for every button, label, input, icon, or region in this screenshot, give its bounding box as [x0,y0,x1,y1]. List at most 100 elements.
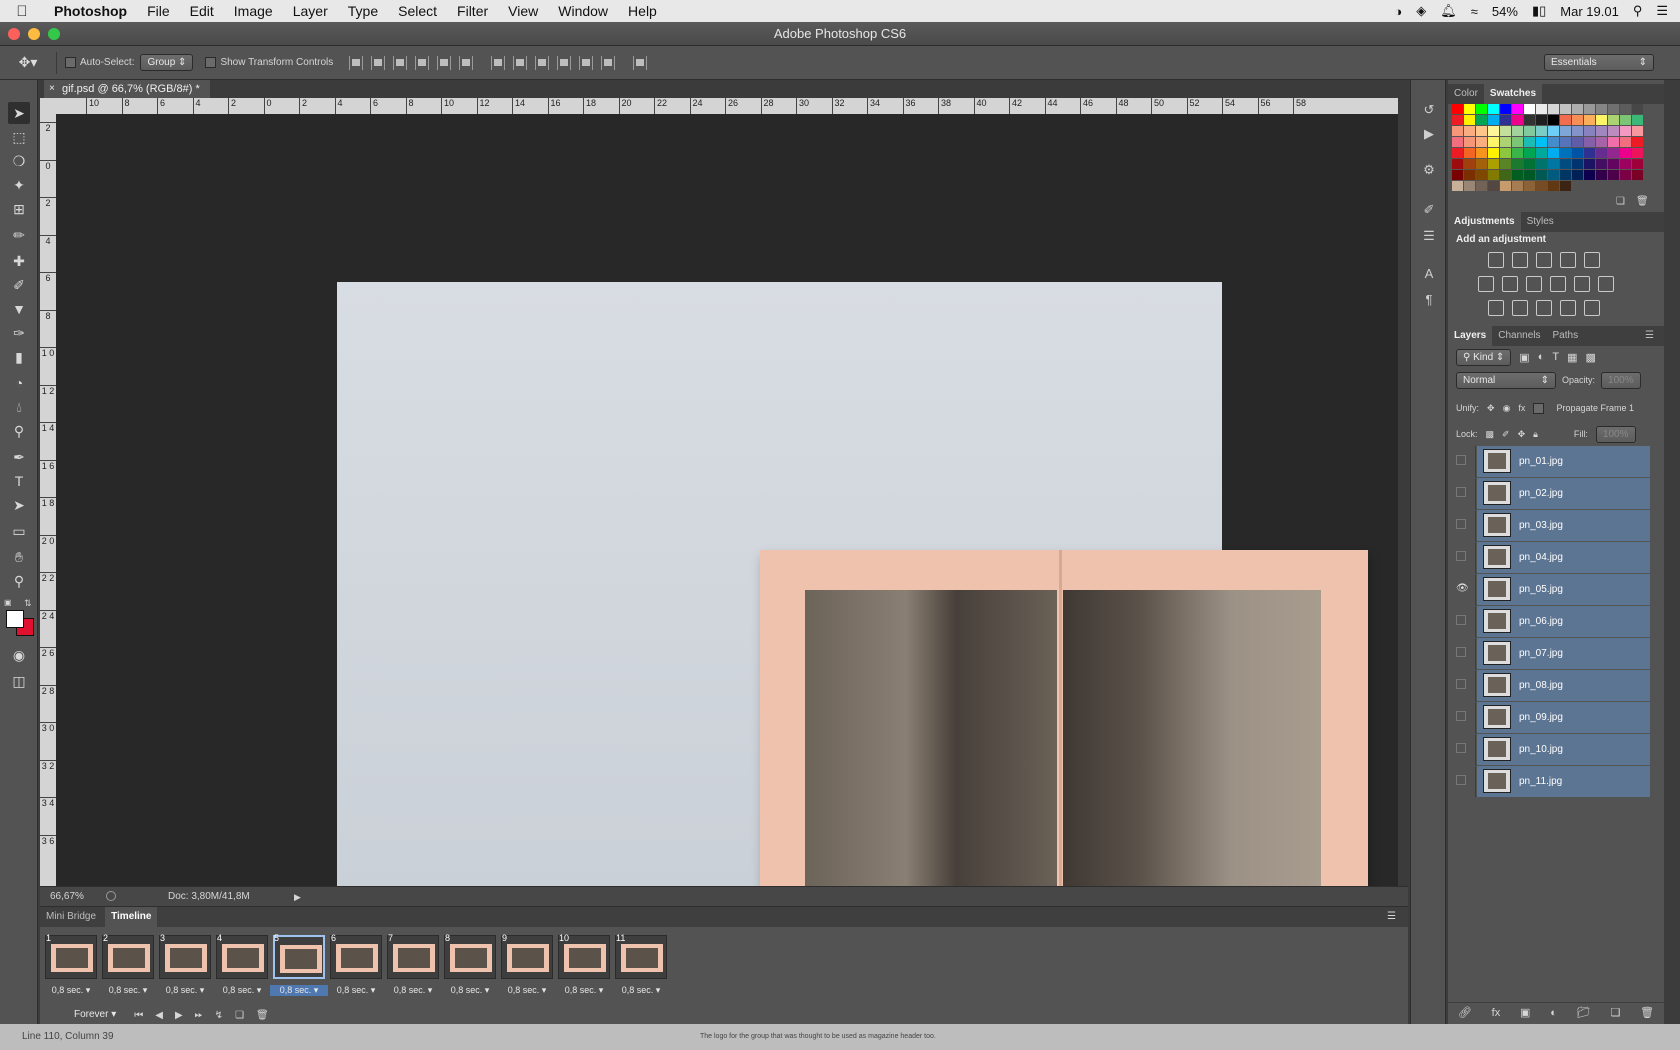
menu-edit[interactable]: Edit [180,3,224,19]
swatch[interactable] [1452,115,1463,125]
swatch[interactable] [1560,137,1571,147]
spotlight-search-icon[interactable]: ⚲ [1633,3,1643,19]
swatch[interactable] [1488,104,1499,114]
swatch[interactable] [1476,159,1487,169]
frame-delay-dropdown[interactable]: 0,8 sec. ▾ [213,985,271,996]
frame-thumbnail[interactable] [216,935,268,979]
swatch[interactable] [1584,137,1595,147]
swatch[interactable] [1524,159,1535,169]
align-vcenter-icon[interactable] [371,55,386,70]
swatch[interactable] [1452,181,1463,191]
swatch[interactable] [1596,104,1607,114]
swatch[interactable] [1512,170,1523,180]
swatch[interactable] [1500,126,1511,136]
swatch[interactable] [1500,115,1511,125]
swatch[interactable] [1452,104,1463,114]
unify-style-icon[interactable]: fx [1518,403,1525,413]
pixel-filter-icon[interactable]: ▣ [1519,351,1529,364]
menu-select[interactable]: Select [388,3,447,19]
swatch[interactable] [1488,170,1499,180]
menu-layer[interactable]: Layer [283,3,338,19]
frame-thumbnail[interactable] [444,935,496,979]
eraser-tool-icon[interactable]: ▮ [8,346,30,368]
auto-select-checkbox[interactable] [65,57,76,68]
layer-visibility-toggle[interactable] [1448,734,1476,765]
frame-delay-dropdown[interactable]: 0,8 sec. ▾ [270,985,328,996]
layer-row[interactable]: pn_01.jpg [1448,446,1650,477]
swatch[interactable] [1500,148,1511,158]
swatch[interactable] [1608,104,1619,114]
swatch[interactable] [1608,148,1619,158]
swatch[interactable] [1596,115,1607,125]
animation-frame[interactable]: 3 0,8 sec. ▾ [156,931,214,1001]
animation-frame[interactable]: 1 0,8 sec. ▾ [42,931,100,1001]
delete-swatch-icon[interactable]: 🗑︎ [1636,196,1649,207]
new-layer-icon[interactable]: ❏ [1610,1006,1620,1019]
swatch[interactable] [1560,170,1571,180]
swatch[interactable] [1536,104,1547,114]
distribute-left-icon[interactable] [557,55,572,70]
actions-panel-icon[interactable]: ▶ [1419,124,1439,144]
swatch[interactable] [1464,137,1475,147]
swatch[interactable] [1500,137,1511,147]
new-swatch-icon[interactable]: ❏ [1616,196,1625,207]
swatch[interactable] [1476,137,1487,147]
hand-tool-icon[interactable]: ✋︎ [8,546,30,568]
swatch[interactable] [1500,170,1511,180]
swatch[interactable] [1596,170,1607,180]
layer-body[interactable]: pn_02.jpg [1477,478,1650,509]
swatch[interactable] [1464,170,1475,180]
layer-visibility-toggle[interactable] [1448,478,1476,509]
animation-frame[interactable]: 8 0,8 sec. ▾ [441,931,499,1001]
frame-thumbnail[interactable] [45,935,97,979]
swatch[interactable] [1452,137,1463,147]
zoom-level[interactable]: 66,67% [50,887,84,907]
quick-mask-icon[interactable]: ◉ [8,644,30,666]
layer-visibility-toggle[interactable] [1448,446,1476,477]
animation-frame[interactable]: 10 0,8 sec. ▾ [555,931,613,1001]
swatch[interactable] [1512,104,1523,114]
layer-kind-dropdown[interactable]: ⚲ Kind ⇕ [1456,348,1512,366]
swatch[interactable] [1488,137,1499,147]
swatch[interactable] [1608,170,1619,180]
layer-body[interactable]: pn_03.jpg [1477,510,1650,541]
layer-visibility-toggle[interactable] [1448,670,1476,701]
color-lookup-adjustment-icon[interactable] [1598,276,1614,292]
tween-icon[interactable]: ↯ [215,1010,223,1021]
lock-transparent-icon[interactable]: ▩ [1486,429,1495,440]
eyedropper-tool-icon[interactable]: ✏ [8,224,30,246]
swatch[interactable] [1620,126,1631,136]
swatch[interactable] [1608,126,1619,136]
swatch[interactable] [1512,137,1523,147]
layer-body[interactable]: pn_09.jpg [1477,702,1650,733]
align-right-icon[interactable] [459,55,474,70]
swatch[interactable] [1608,159,1619,169]
layer-row[interactable]: pn_11.jpg [1448,766,1650,797]
close-tab-icon[interactable]: × [49,80,55,98]
healing-brush-tool-icon[interactable]: ✚ [8,250,30,272]
swatch[interactable] [1452,170,1463,180]
document-tab[interactable]: × gif.psd @ 66,7% (RGB/8#) * [44,80,210,98]
swatch[interactable] [1464,148,1475,158]
swatch[interactable] [1524,170,1535,180]
smart-object-filter-icon[interactable]: ▩ [1586,351,1596,364]
swatch[interactable] [1584,148,1595,158]
swatch[interactable] [1584,170,1595,180]
wifi-icon[interactable]: ≈ [1471,4,1478,19]
invert-adjustment-icon[interactable] [1488,300,1504,316]
next-frame-icon[interactable]: ⏩︎ [195,1010,203,1021]
swatch[interactable] [1572,170,1583,180]
add-mask-icon[interactable]: ▣ [1520,1006,1530,1019]
align-hcenter-icon[interactable] [437,55,452,70]
swatch[interactable] [1596,159,1607,169]
swatch[interactable] [1584,104,1595,114]
swatch[interactable] [1632,126,1643,136]
unify-visibility-icon[interactable]: ◉ [1503,403,1511,414]
swatch[interactable] [1536,115,1547,125]
tab-paths[interactable]: Paths [1547,326,1585,346]
swatch[interactable] [1548,137,1559,147]
align-left-icon[interactable] [415,55,430,70]
swatch[interactable] [1452,159,1463,169]
blur-tool-icon[interactable]: 💧︎ [8,396,30,418]
clock[interactable]: Mar 19.01 [1560,4,1619,19]
